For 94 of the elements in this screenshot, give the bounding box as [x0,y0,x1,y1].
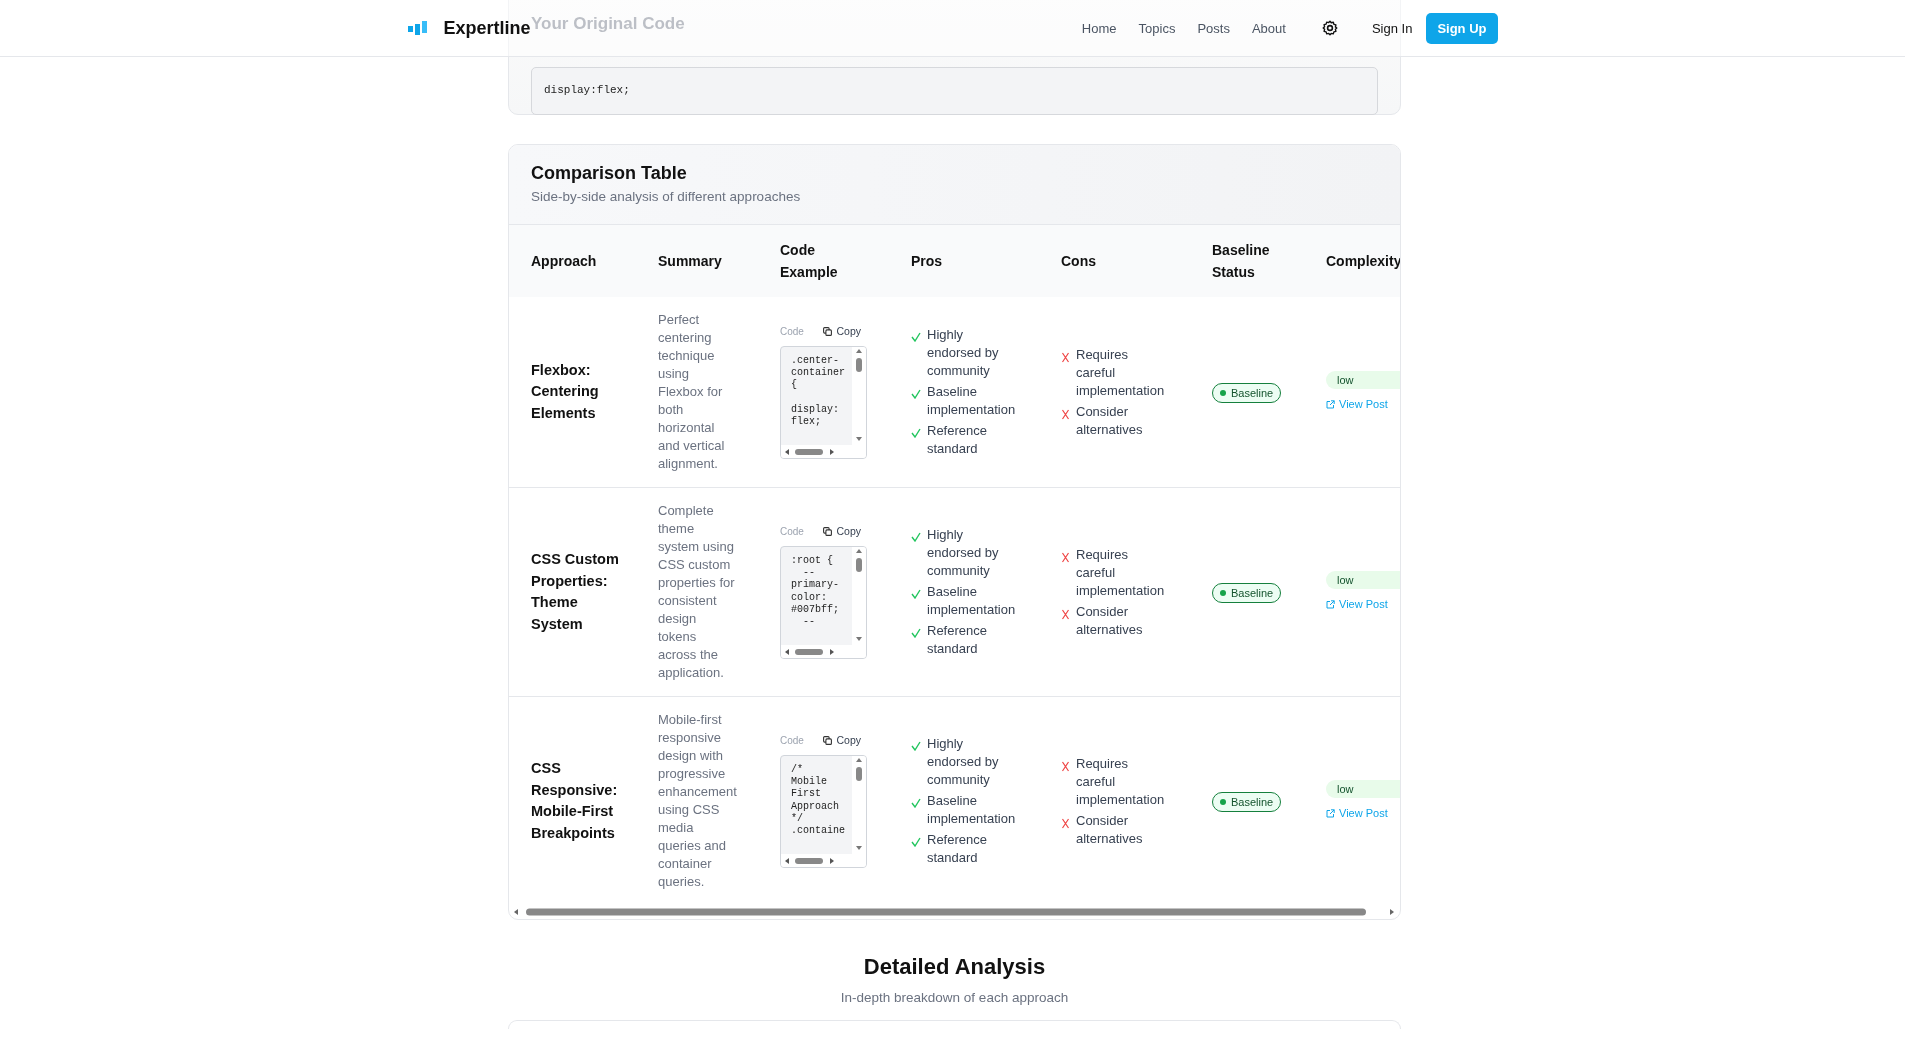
code-line: #007bff; [791,603,839,616]
nav-link[interactable]: Home [1081,20,1117,36]
code-line: container [791,367,845,379]
external-link-icon [1326,808,1335,818]
external-link-icon [1326,599,1335,609]
summary-text: Perfect centering technique using Flexbox for both horizontal and vertical alignment. [658,311,726,473]
code-line: /* [791,764,803,776]
code-line: color: [791,591,827,604]
column-header: Baseline Status [1190,225,1304,297]
code-line: primary- [791,579,839,592]
pro-item: Reference standard [927,422,988,458]
check-icon [911,332,921,342]
column-header: Code Example [758,225,889,297]
pro-item: Baseline implementation [927,792,1017,828]
copy-icon [823,526,833,536]
pro-item: Highly endorsed by community [927,735,1000,789]
code-line: .center- [791,355,839,367]
cross-icon [1061,760,1070,772]
code-line: */ [791,812,803,825]
con-item: Consider alternatives [1076,402,1144,439]
copy-icon [823,735,833,745]
card-title: Comparison Table [531,162,688,184]
settings-icon[interactable] [1321,20,1338,36]
code-block: display:flex; [531,67,1378,115]
copy-button[interactable]: Copy [823,525,861,537]
site-logo-text[interactable]: Expertline [443,17,531,39]
card-title: Your Original Code [531,13,685,35]
nav-link[interactable]: Posts [1197,20,1230,36]
column-header: Summary [636,225,758,297]
complexity-badge: low [1326,371,1400,390]
code-field[interactable]: /* Mobile First Approach */ .containe [780,755,867,868]
con-item: Consider alternatives [1076,811,1144,848]
code-line: -- [802,616,815,629]
cross-icon [1061,551,1070,563]
column-header: Pros [889,225,1039,297]
code-line: Mobile [791,776,827,788]
cross-icon [1061,408,1070,420]
con-item: Requires careful implementation [1076,545,1166,600]
check-icon [911,589,921,599]
pro-item: Highly endorsed by community [927,526,1000,580]
column-header: Cons [1039,225,1190,297]
approach-name: CSS Responsive: Mobile-First Breakpoints [531,759,619,843]
check-icon [911,837,921,847]
sign-in-button[interactable]: Sign In [1371,20,1413,36]
cross-icon [1061,608,1070,620]
code-label: Code [780,325,804,337]
code-field[interactable]: .center- container { display: flex; [780,346,867,459]
baseline-badge: Baseline [1212,382,1282,403]
copy-icon [823,326,833,336]
logo-bars-icon [407,21,427,35]
external-link-icon [1326,399,1335,409]
check-icon [911,428,921,438]
nav-link[interactable]: Topics [1138,20,1176,36]
code-field[interactable]: :root { -- primary- color: #007bff; -- [780,546,867,659]
code-line: .containe [791,825,845,838]
con-item: Requires careful implementation [1076,754,1166,809]
code-label: Code [780,734,804,746]
copy-button[interactable]: Copy [823,734,861,746]
code-line: First [791,788,821,801]
code-line: Approach [791,800,839,813]
pro-item: Baseline implementation [927,583,1017,619]
con-item: Consider alternatives [1076,602,1144,639]
baseline-badge: Baseline [1212,582,1282,603]
copy-button[interactable]: Copy [823,325,861,337]
code-line: :root { [791,555,833,568]
baseline-badge: Baseline [1212,791,1282,812]
con-item: Requires careful implementation [1076,345,1166,400]
nav-link[interactable]: About [1251,20,1286,36]
approach-name: CSS Custom Properties: Theme System [531,550,620,634]
check-icon [911,741,921,751]
code-line: { [791,379,797,392]
check-icon [911,389,921,399]
cross-icon [1061,351,1070,363]
pro-item: Reference standard [927,831,988,867]
summary-text: Complete theme system using CSS custom properties for consistent design tokens across the application. [658,502,736,682]
column-header: Approach [509,225,636,297]
section-title: Detailed Analysis [862,953,1047,981]
check-icon [911,532,921,542]
code-line: -- [802,567,815,579]
complexity-badge: low [1326,780,1400,799]
code-line: flex; [791,416,821,429]
approach-name: Flexbox: Centering Elements [531,360,600,423]
cross-icon [1061,817,1070,829]
card-subtitle: Side-by-side analysis of different approaches [531,189,802,204]
pro-item: Reference standard [927,622,988,658]
pro-item: Baseline implementation [927,383,1017,419]
check-icon [911,798,921,808]
code-label: Code [780,525,804,537]
check-icon [911,628,921,638]
complexity-badge: low [1326,571,1400,590]
code-line: display: [791,403,839,416]
section-subtitle: In-depth breakdown of each approach [839,990,1070,1005]
pro-item: Highly endorsed by community [927,326,1000,380]
summary-text: Mobile-first responsive design with progressive enhancement using CSS media queries and container queries. [658,711,738,891]
